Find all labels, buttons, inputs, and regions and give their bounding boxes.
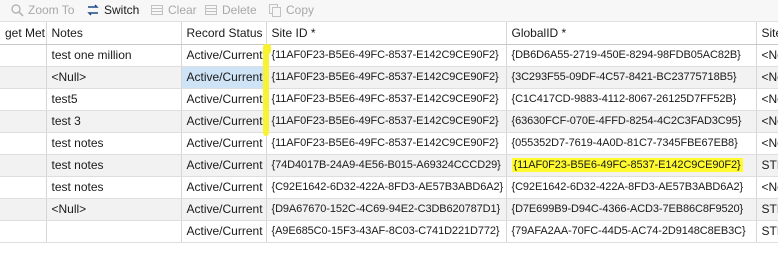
- cell-notes[interactable]: test notes: [46, 176, 182, 199]
- cell-notes[interactable]: test5: [46, 88, 182, 111]
- highlighter-mark: [263, 49, 269, 136]
- switch-button[interactable]: Switch: [86, 0, 139, 20]
- cell-site-id[interactable]: {11AF0F23-B5E6-49FC-8537-E142C9CE90F2}: [266, 44, 507, 67]
- cell-site-id[interactable]: {D9A67670-152C-4C69-94E2-C3DB620787D1}: [266, 198, 507, 221]
- cell-target-met[interactable]: [0, 154, 47, 177]
- zoom-to-button[interactable]: Zoom To: [10, 0, 74, 20]
- cell-target-met[interactable]: [0, 44, 47, 67]
- cell-global-id[interactable]: {C92E1642-6D32-422A-8FD3-AE57B3ABD6A2}: [506, 176, 757, 199]
- cell-target-met[interactable]: [0, 132, 47, 155]
- highlighted-global-id: {11AF0F23-B5E6-49FC-8537-E142C9CE90F2}: [511, 158, 743, 172]
- attribute-table-toolbar: Zoom To Switch Clear Delete Copy: [0, 0, 778, 22]
- table-row[interactable]: test5 Active/Current {11AF0F23-B5E6-49FC…: [0, 88, 778, 111]
- cell-global-id[interactable]: {79AFA2AA-70FC-44D5-AC74-2D9148C8EB3C}: [506, 220, 757, 243]
- column-header-record-status[interactable]: Record Status: [181, 22, 267, 45]
- cell-record-status[interactable]: Active/Current: [181, 44, 267, 67]
- cell-record-status[interactable]: Active/Current: [181, 88, 267, 111]
- cell-site[interactable]: STE: [756, 154, 778, 177]
- cell-notes[interactable]: test 3: [46, 110, 182, 133]
- cell-site-id[interactable]: {C92E1642-6D32-422A-8FD3-AE57B3ABD6A2}: [266, 176, 507, 199]
- cell-site[interactable]: <No: [756, 66, 778, 89]
- cell-record-status[interactable]: Active/Current: [181, 66, 267, 89]
- cell-target-met[interactable]: [0, 88, 47, 111]
- cell-site-id[interactable]: {11AF0F23-B5E6-49FC-8537-E142C9CE90F2}: [266, 66, 507, 89]
- cell-target-met[interactable]: [0, 66, 47, 89]
- table-row[interactable]: Active/Current {A9E685C0-15F3-43AF-8C03-…: [0, 220, 778, 243]
- clear-icon: [150, 3, 164, 17]
- table-row[interactable]: <Null> Active/Current {11AF0F23-B5E6-49F…: [0, 66, 778, 89]
- copy-icon: [268, 3, 282, 17]
- table-row[interactable]: test 3 Active/Current {11AF0F23-B5E6-49F…: [0, 110, 778, 133]
- column-header-target-met[interactable]: get Met: [0, 22, 47, 45]
- cell-site[interactable]: <No: [756, 44, 778, 67]
- cell-notes[interactable]: test one million: [46, 44, 182, 67]
- table-row[interactable]: test notes Active/Current {C92E1642-6D32…: [0, 176, 778, 199]
- cell-notes[interactable]: <Null>: [46, 66, 182, 89]
- cell-target-met[interactable]: [0, 198, 47, 221]
- cell-notes[interactable]: [46, 220, 182, 243]
- cell-record-status[interactable]: Active/Current: [181, 132, 267, 155]
- delete-button[interactable]: Delete: [204, 0, 257, 20]
- table-row[interactable]: test one million Active/Current {11AF0F2…: [0, 44, 778, 67]
- delete-icon: [204, 3, 218, 17]
- cell-global-id[interactable]: {D7E699B9-D94C-4366-ACD3-7EB86C8F9520}: [506, 198, 757, 221]
- cell-target-met[interactable]: [0, 220, 47, 243]
- cell-site-id[interactable]: {74D4017B-24A9-4E56-B015-A69324CCCD29}: [266, 154, 507, 177]
- table-row[interactable]: test notes Active/Current {11AF0F23-B5E6…: [0, 132, 778, 155]
- header-row: get Met Notes Record Status Site ID * Gl…: [0, 22, 778, 45]
- copy-button[interactable]: Copy: [268, 0, 314, 20]
- cell-site[interactable]: <No: [756, 176, 778, 199]
- cell-site[interactable]: <No: [756, 132, 778, 155]
- cell-global-id[interactable]: {63630FCF-070E-4FFD-8254-4C2C3FAD3C95}: [506, 110, 757, 133]
- cell-notes[interactable]: test notes: [46, 132, 182, 155]
- cell-notes[interactable]: <Null>: [46, 198, 182, 221]
- cell-target-met[interactable]: [0, 110, 47, 133]
- cell-record-status[interactable]: Active/Current: [181, 154, 267, 177]
- cell-global-id[interactable]: {DB6D6A55-2719-450E-8294-98FDB05AC82B}: [506, 44, 757, 67]
- cell-global-id[interactable]: {11AF0F23-B5E6-49FC-8537-E142C9CE90F2}: [506, 154, 757, 177]
- cell-notes[interactable]: test notes: [46, 154, 182, 177]
- cell-record-status[interactable]: Active/Current: [181, 110, 267, 133]
- cell-record-status[interactable]: Active/Current: [181, 220, 267, 243]
- cell-target-met[interactable]: [0, 176, 47, 199]
- zoom-to-icon: [10, 3, 24, 17]
- delete-label: Delete: [222, 3, 257, 17]
- column-header-site[interactable]: Site: [756, 22, 778, 45]
- cell-record-status[interactable]: Active/Current: [181, 198, 267, 221]
- clear-button[interactable]: Clear: [150, 0, 197, 20]
- cell-site-id[interactable]: {11AF0F23-B5E6-49FC-8537-E142C9CE90F2}: [266, 132, 507, 155]
- cell-record-status[interactable]: Active/Current: [181, 176, 267, 199]
- cell-site[interactable]: STE: [756, 198, 778, 221]
- cell-global-id[interactable]: {C1C417CD-9883-4112-8067-26125D7FF52B}: [506, 88, 757, 111]
- cell-global-id[interactable]: {055352D7-7619-4A0D-81C7-7345FBE67EB8}: [506, 132, 757, 155]
- column-header-global-id[interactable]: GlobalID *: [506, 22, 757, 45]
- column-header-site-id[interactable]: Site ID *: [266, 22, 507, 45]
- cell-site[interactable]: STE: [756, 220, 778, 243]
- table-row[interactable]: <Null> Active/Current {D9A67670-152C-4C6…: [0, 198, 778, 221]
- cell-site-id[interactable]: {11AF0F23-B5E6-49FC-8537-E142C9CE90F2}: [266, 110, 507, 133]
- table-row[interactable]: test notes Active/Current {74D4017B-24A9…: [0, 154, 778, 177]
- switch-icon: [86, 3, 100, 17]
- zoom-to-label: Zoom To: [28, 3, 75, 17]
- cell-site[interactable]: <No: [756, 110, 778, 133]
- cell-site[interactable]: <No: [756, 88, 778, 111]
- cell-site-id[interactable]: {A9E685C0-15F3-43AF-8C03-C741D221D772}: [266, 220, 507, 243]
- attribute-table: get Met Notes Record Status Site ID * Gl…: [0, 22, 778, 266]
- cell-global-id[interactable]: {3C293F55-09DF-4C57-8421-BC23775718B5}: [506, 66, 757, 89]
- switch-label: Switch: [104, 3, 140, 17]
- column-header-notes[interactable]: Notes: [46, 22, 182, 45]
- copy-label: Copy: [286, 3, 315, 17]
- clear-label: Clear: [168, 3, 197, 17]
- cell-site-id[interactable]: {11AF0F23-B5E6-49FC-8537-E142C9CE90F2}: [266, 88, 507, 111]
